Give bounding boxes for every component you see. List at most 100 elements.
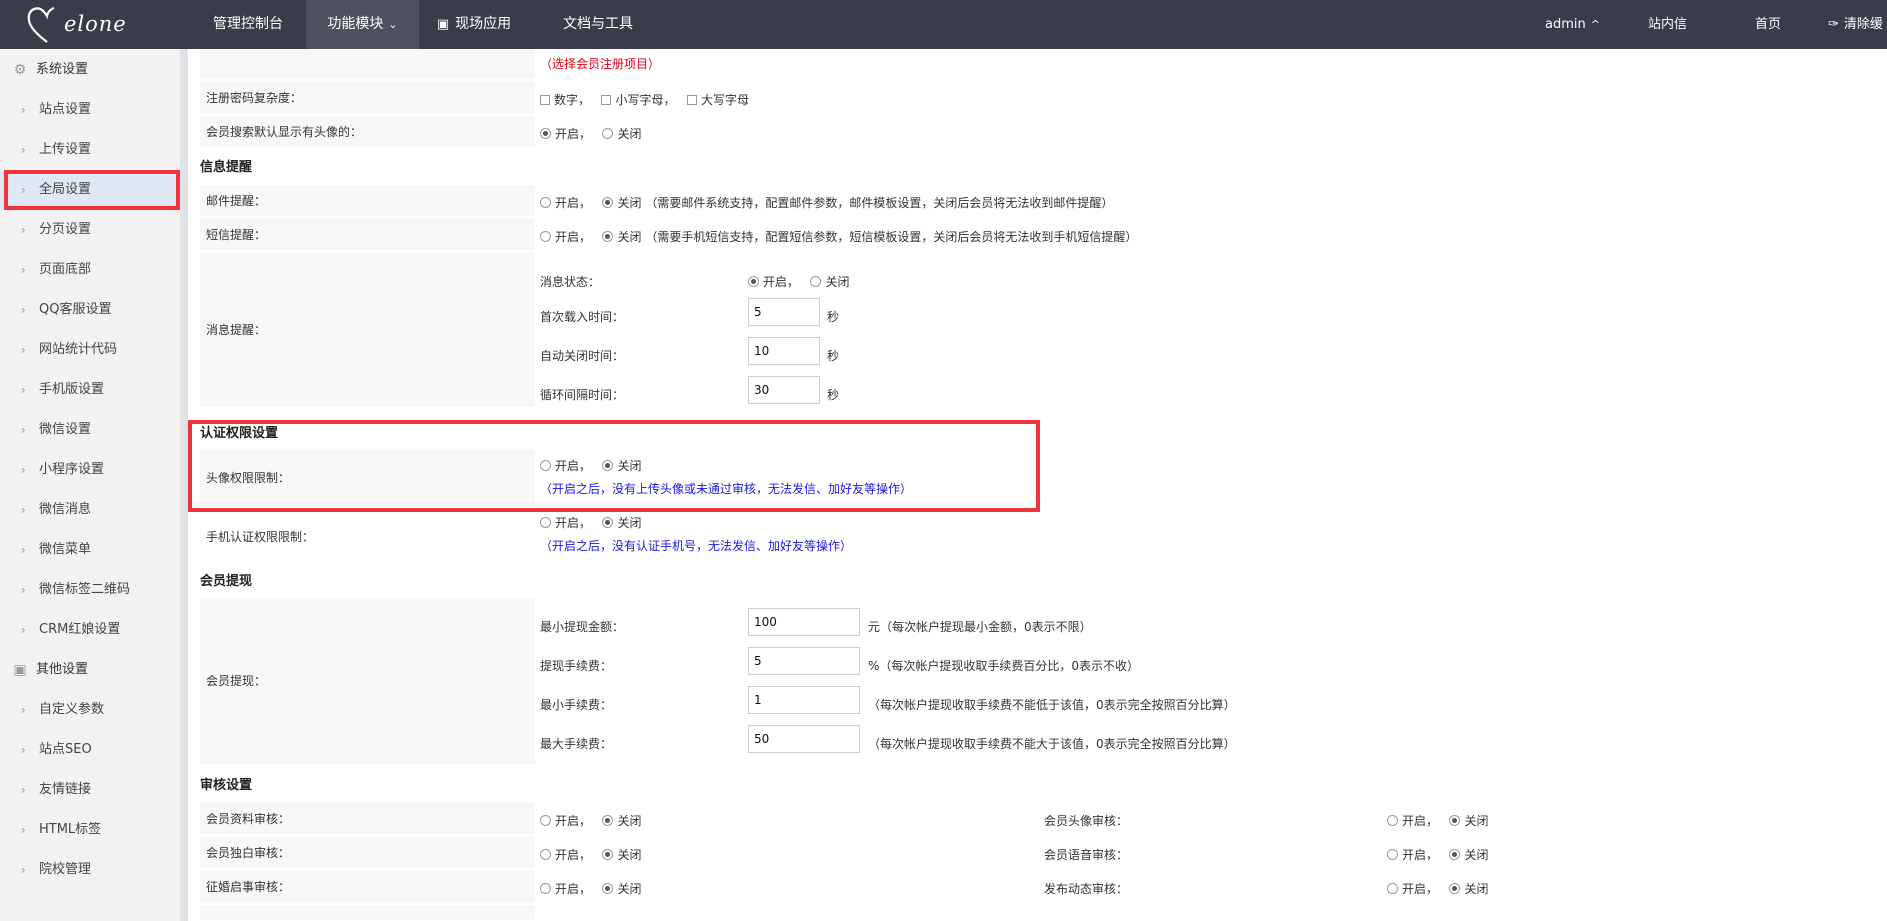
withdraw-minfee-input[interactable]: 1 [748,686,860,714]
sidebar-group-system[interactable]: ⚙ 系统设置 [0,52,181,88]
on-radio[interactable] [540,849,551,860]
mail-notify-options: 开启， 关闭 （需要邮件系统支持，配置邮件参数，邮件模板设置，关闭后会员将无法收… [540,194,1113,211]
audit-marriage-options: 开启， 关闭 [540,880,641,897]
sidebar-item-seo[interactable]: › 站点SEO [0,732,181,768]
withdraw-fee-input[interactable]: 5 [748,647,860,675]
sidebar-item-wechat-msg[interactable]: › 微信消息 [0,492,181,528]
sidebar-item-miniprogram[interactable]: › 小程序设置 [0,452,181,488]
sidebar-item-label: 上传设置 [39,142,92,157]
lowercase-checkbox[interactable] [601,95,612,105]
off-radio[interactable] [602,815,614,826]
on-radio[interactable] [540,517,551,528]
sidebar-item-footer[interactable]: › 页面底部 [0,252,181,288]
off-radio[interactable] [602,231,614,242]
off-radio[interactable] [1449,849,1461,860]
chevron-right-icon: › [21,303,26,317]
user-menu[interactable]: admin ^ [1545,0,1600,49]
on-radio[interactable] [1387,883,1398,894]
broom-icon: ✑ [1828,17,1839,32]
withdraw-maxfee-label: 最大手续费： [540,737,613,751]
option-label: 开启， [555,196,592,210]
off-radio[interactable] [602,517,614,528]
msg-state-options: 开启， 关闭 [748,273,849,290]
off-radio[interactable] [602,883,614,894]
chevron-right-icon: › [21,223,26,237]
sidebar-item-mobile[interactable]: › 手机版设置 [0,372,181,408]
home-link[interactable]: 首页 [1755,0,1781,49]
logo-text: elone [64,12,127,36]
uppercase-checkbox[interactable] [686,95,697,105]
msg-close-input[interactable]: 10 [748,337,820,365]
logo[interactable]: elone [24,0,154,49]
sidebar-item-schools[interactable]: › 院校管理 [0,852,181,888]
sidebar-item-crm[interactable]: › CRM红娘设置 [0,612,181,648]
option-label: 数字， [554,93,591,107]
sidebar-item-wechat-menu[interactable]: › 微信菜单 [0,532,181,568]
option-label: 开启， [555,127,592,141]
option-label: 开启， [1402,848,1439,862]
sidebar-item-links[interactable]: › 友情链接 [0,772,181,808]
sidebar-item-paging[interactable]: › 分页设置 [0,212,181,248]
sidebar-item-qq[interactable]: › QQ客服设置 [0,292,181,328]
sidebar-item-params[interactable]: › 自定义参数 [0,692,181,728]
on-radio[interactable] [748,276,759,287]
msg-loop-input[interactable]: 30 [748,376,820,404]
nav-onsite-apps[interactable]: ▣ 现场应用 [419,0,529,49]
nav-modules[interactable]: 功能模块 ⌄ [306,0,419,49]
sidebar-item-label: 友情链接 [39,782,92,797]
off-radio[interactable] [602,128,614,139]
sidebar-item-stats[interactable]: › 网站统计代码 [0,332,181,368]
sidebar-item-label: 站点SEO [39,742,92,757]
sidebar-scrollbar[interactable] [181,49,188,921]
sidebar-group-other[interactable]: ▣ 其他设置 [0,652,181,688]
row-label: 会员搜索默认显示有头像的： [200,116,535,148]
auth-phone-row: 手机认证权限限制： 开启， 关闭 （开启之后，没有认证手机号，无法发信、加好友等… [200,509,1887,565]
withdraw-min-label: 最小提现金额： [540,620,625,634]
on-radio[interactable] [540,197,551,208]
sms-notify-hint: （需要手机短信支持，配置短信参数，短信模板设置，关闭后会员将无法收到手机短信提醒… [645,230,1138,244]
off-radio[interactable] [602,849,614,860]
withdraw-min-input[interactable]: 100 [748,608,860,636]
top-navbar: elone 管理控制台 功能模块 ⌄ ▣ 现场应用 文档与工具 admin ^ 站内信… [0,0,1887,49]
nav-docs-tools[interactable]: 文档与工具 [545,0,651,49]
audit-monologue-options: 开启， 关闭 [540,846,641,863]
sidebar-item-site[interactable]: › 站点设置 [0,92,181,128]
auth-phone-options: 开启， 关闭 [540,514,641,531]
clear-cache-link[interactable]: ✑ 清除缓 [1828,0,1883,49]
nav-docs-label: 文档与工具 [563,16,633,32]
row-label: 邮件提醒： [200,185,535,217]
sidebar-item-label: QQ客服设置 [39,302,112,317]
chevron-right-icon: › [21,383,26,397]
row-label: 会员独白审核： [200,837,535,869]
on-radio[interactable] [1387,849,1398,860]
sidebar-item-wechat[interactable]: › 微信设置 [0,412,181,448]
cube-icon: ▣ [13,662,27,678]
sidebar-item-label: 站点设置 [39,102,92,117]
withdraw-maxfee-input[interactable]: 50 [748,725,860,753]
off-radio[interactable] [1449,883,1461,894]
msg-first-input[interactable]: 5 [748,298,820,326]
highlight-box-sidebar [4,170,180,210]
nav-dashboard[interactable]: 管理控制台 [190,0,306,49]
sidebar-group-label: 其他设置 [36,662,89,677]
on-radio[interactable] [540,128,551,139]
off-radio[interactable] [810,276,822,287]
inbox-link[interactable]: 站内信 [1648,0,1687,49]
sidebar-item-html-tags[interactable]: › HTML标签 [0,812,181,848]
on-radio[interactable] [540,231,551,242]
digits-checkbox[interactable] [540,95,550,105]
off-radio[interactable] [1449,815,1461,826]
sidebar-group-label: 系统设置 [36,62,89,77]
register-items-row: （选择会员注册项目） [200,49,1887,79]
option-label: 开启， [763,275,800,289]
section-title-notify: 信息提醒 [200,160,253,175]
off-radio[interactable] [602,197,614,208]
sidebar-item-label: 微信标签二维码 [39,582,131,597]
on-radio[interactable] [540,815,551,826]
on-radio[interactable] [540,883,551,894]
sidebar-item-wechat-qrcode[interactable]: › 微信标签二维码 [0,572,181,608]
on-radio[interactable] [1387,815,1398,826]
option-label: 关闭 [617,127,642,141]
sidebar-item-upload[interactable]: › 上传设置 [0,132,181,168]
row-label: 会员提现： [200,598,535,765]
